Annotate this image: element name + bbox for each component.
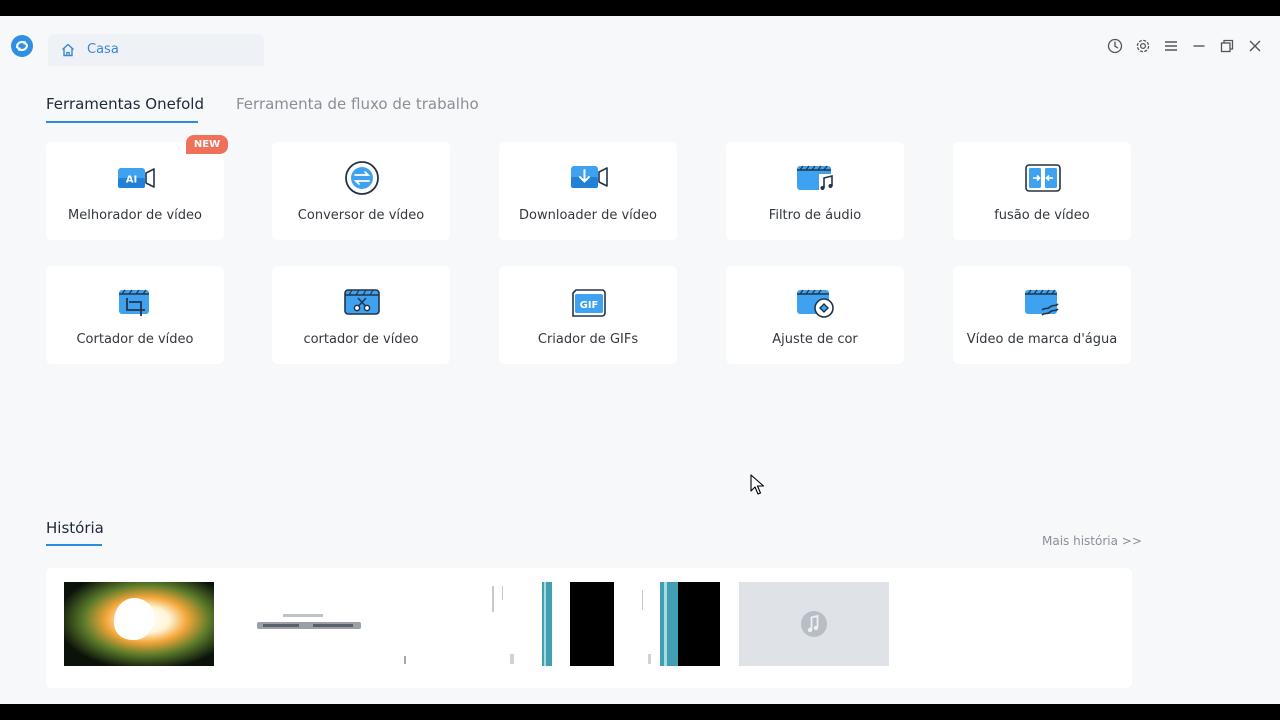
tool-card-video-cropper[interactable]: Cortador de vídeo: [46, 266, 224, 364]
tool-label: fusão de vídeo: [994, 208, 1090, 223]
tool-card-audio-filter[interactable]: Filtro de áudio: [726, 142, 904, 240]
history-title-indicator: [46, 544, 102, 546]
history-thumbnail[interactable]: [64, 582, 214, 666]
minimize-icon[interactable]: [1190, 37, 1208, 55]
new-badge: NEW: [186, 135, 228, 154]
tool-label: Ajuste de cor: [772, 332, 858, 347]
tool-card-video-cutter[interactable]: cortador de vídeo: [272, 266, 450, 364]
tool-label: Downloader de vídeo: [519, 208, 657, 223]
restore-icon[interactable]: [1218, 37, 1236, 55]
ai-video-icon: AI: [118, 168, 155, 188]
tab-home[interactable]: Casa: [48, 34, 264, 66]
history-thumbnail[interactable]: [233, 582, 383, 666]
active-tab-indicator: [46, 121, 198, 123]
svg-text:AI: AI: [126, 175, 137, 186]
settings-icon[interactable]: [1134, 37, 1152, 55]
tool-card-gif-maker[interactable]: GIF Criador de GIFs: [499, 266, 677, 364]
cut-video-icon: [344, 289, 380, 315]
tool-card-color-adjust[interactable]: Ajuste de cor: [726, 266, 904, 364]
home-icon: [62, 43, 74, 57]
title-bar: Casa: [0, 16, 1280, 68]
gif-icon: GIF: [572, 289, 606, 317]
color-adjust-icon: [797, 289, 834, 318]
tab-home-label: Casa: [87, 42, 119, 57]
audio-filter-icon: [797, 165, 835, 192]
merge-video-icon: [1025, 164, 1061, 192]
tool-label: Criador de GIFs: [537, 332, 639, 347]
history-icon[interactable]: [1106, 37, 1124, 55]
crop-video-icon: [119, 289, 149, 316]
close-icon[interactable]: [1246, 37, 1264, 55]
tab-onefold-tools[interactable]: Ferramentas Onefold: [46, 95, 204, 113]
tool-label: Melhorador de vídeo: [68, 208, 202, 223]
tool-label: Cortador de vídeo: [76, 332, 194, 347]
tool-label: Conversor de vídeo: [297, 208, 425, 223]
convert-icon: [345, 161, 379, 195]
tool-card-video-downloader[interactable]: Downloader de vídeo: [499, 142, 677, 240]
tool-label: Filtro de áudio: [768, 208, 862, 223]
menu-icon[interactable]: [1162, 37, 1180, 55]
more-history-link[interactable]: Mais história >>: [1042, 534, 1142, 548]
tool-card-watermark[interactable]: Vídeo de marca d'água: [953, 266, 1131, 364]
tab-workflow-tool[interactable]: Ferramenta de fluxo de trabalho: [236, 95, 479, 113]
history-thumbnail[interactable]: [402, 582, 552, 666]
tool-card-video-merge[interactable]: fusão de vídeo: [953, 142, 1131, 240]
history-thumbnail-audio[interactable]: [739, 582, 889, 666]
history-thumbnail[interactable]: [570, 582, 720, 666]
history-section-title: História: [46, 519, 104, 537]
app-logo-icon: [11, 35, 33, 57]
tool-card-video-converter[interactable]: Conversor de vídeo: [272, 142, 450, 240]
svg-text:GIF: GIF: [580, 300, 599, 311]
mouse-cursor-icon: [750, 474, 765, 495]
tool-card-video-enhancer[interactable]: AI Melhorador de vídeo: [46, 142, 224, 240]
download-video-icon: [571, 166, 608, 188]
app-window: Casa Ferramentas Onefold Ferramenta de f…: [0, 16, 1280, 704]
watermark-icon: [1025, 289, 1059, 316]
tool-label: Vídeo de marca d'água: [966, 332, 1118, 347]
tool-label: cortador de vídeo: [303, 332, 419, 347]
